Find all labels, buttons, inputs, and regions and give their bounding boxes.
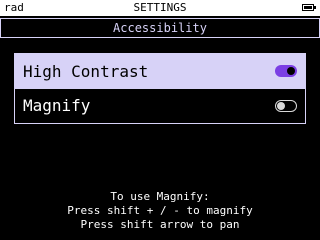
setting-row-magnify[interactable]: Magnify <box>15 89 305 123</box>
setting-label: Magnify <box>23 96 91 115</box>
battery-icon <box>302 4 316 11</box>
help-text: To use Magnify: Press shift + / - to mag… <box>0 190 320 232</box>
magnify-toggle[interactable] <box>275 100 297 112</box>
settings-list: High Contrast Magnify <box>14 53 306 124</box>
status-bar-title: SETTINGS <box>133 1 187 14</box>
toggle-knob <box>277 102 285 110</box>
setting-row-high-contrast[interactable]: High Contrast <box>15 54 305 89</box>
toggle-knob <box>287 67 295 75</box>
page-title: Accessibility <box>0 18 320 38</box>
help-line: Press shift arrow to pan <box>80 218 240 231</box>
high-contrast-toggle[interactable] <box>275 65 297 77</box>
help-line: To use Magnify: <box>110 190 210 203</box>
help-line: Press shift + / - to magnify <box>67 204 253 217</box>
status-bar: rad SETTINGS <box>0 0 320 16</box>
setting-label: High Contrast <box>23 62 149 81</box>
